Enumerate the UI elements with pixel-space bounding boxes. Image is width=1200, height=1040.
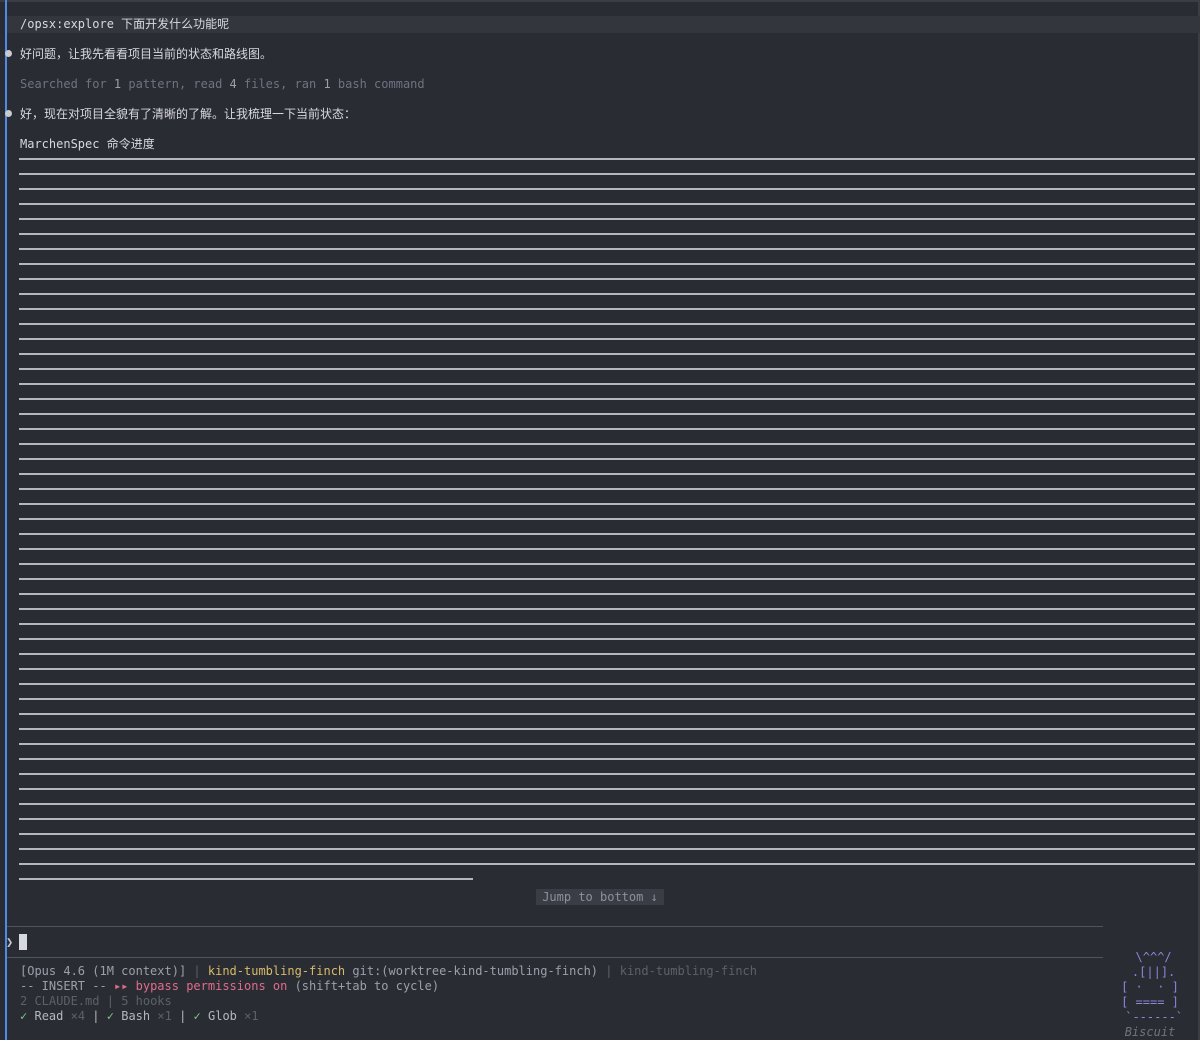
- jump-to-bottom-button[interactable]: Jump to bottom ↓: [536, 889, 664, 905]
- hooks-count: 5 hooks: [121, 994, 172, 1008]
- table-border-line: [19, 653, 1195, 655]
- table-border-line: [19, 863, 1195, 865]
- model-label: [Opus 4.6 (1M context)]: [20, 964, 187, 978]
- table-border-line: [19, 578, 1195, 580]
- statusline-mode-row: -- INSERT -- ▸▸ bypass permissions on (s…: [20, 979, 439, 994]
- bypass-permissions: bypass permissions on: [135, 979, 288, 993]
- table-border-line: [19, 233, 1195, 235]
- table-border-line: [19, 818, 1195, 820]
- table-border-line: [19, 758, 1195, 760]
- table-border-line: [19, 773, 1195, 775]
- table-border-line: [19, 278, 1195, 280]
- check-icon: ✓: [193, 1009, 201, 1023]
- table-border-line: [19, 353, 1195, 355]
- worktree-name: kind-tumbling-finch: [207, 964, 346, 978]
- tool-summary[interactable]: Searched for 1 pattern, read 4 files, ra…: [20, 77, 425, 92]
- table-border-line: [19, 668, 1195, 670]
- table-border-line: [19, 878, 473, 880]
- table-border-line: [19, 503, 1195, 505]
- assistant-reply-2: 好，现在对项目全貌有了清晰的了解。让我梳理一下当前状态：: [20, 107, 357, 121]
- text-input-cursor[interactable]: [19, 934, 27, 950]
- window-top-border: [0, 0, 1200, 2]
- table-border-line: [19, 698, 1195, 700]
- assistant-bullet-icon: [5, 110, 12, 117]
- table-border-line: [19, 443, 1195, 445]
- session-name: kind-tumbling-finch: [619, 964, 758, 978]
- table-border-lines: [19, 158, 1195, 893]
- table-border-line: [19, 533, 1195, 535]
- table-border-line: [19, 428, 1195, 430]
- table-border-line: [19, 188, 1195, 190]
- table-border-line: [19, 488, 1195, 490]
- table-border-line: [19, 338, 1195, 340]
- buddy-name: Biscuit: [1124, 1025, 1176, 1039]
- table-border-line: [19, 593, 1195, 595]
- focus-indicator-bar: [5, 0, 7, 1040]
- table-border-line: [19, 383, 1195, 385]
- check-icon: ✓: [20, 1009, 28, 1023]
- table-border-line: [19, 173, 1195, 175]
- assistant-reply-1: 好问题，让我先看看项目当前的状态和路线图。: [20, 47, 273, 61]
- table-border-line: [19, 413, 1195, 415]
- table-border-line: [19, 548, 1195, 550]
- table-border-line: [19, 728, 1195, 730]
- buddy-ascii-art: \^^^/ .[||]. [ · · ] [ ==== ] `------`: [1121, 950, 1184, 1024]
- check-icon: ✓: [106, 1009, 114, 1023]
- table-border-line: [19, 563, 1195, 565]
- vim-mode: -- INSERT --: [20, 979, 107, 993]
- table-border-line: [19, 638, 1195, 640]
- table-border-line: [19, 158, 1195, 160]
- table-border-line: [19, 203, 1195, 205]
- table-border-line: [19, 683, 1195, 685]
- statusline-context-row: 2 CLAUDE.md | 5 hooks: [20, 994, 172, 1008]
- table-border-line: [19, 323, 1195, 325]
- table-border-line: [19, 458, 1195, 460]
- table-border-line: [19, 848, 1195, 850]
- table-border-line: [19, 623, 1195, 625]
- input-caret-icon: ❯: [6, 935, 14, 949]
- table-border-line: [19, 308, 1195, 310]
- table-border-line: [19, 713, 1195, 715]
- claude-md-count: 2 CLAUDE.md: [20, 994, 100, 1008]
- bypass-icon: ▸▸: [113, 979, 129, 993]
- assistant-bullet-icon: [5, 50, 12, 57]
- table-border-line: [19, 293, 1195, 295]
- table-border-line: [19, 248, 1195, 250]
- table-border-line: [19, 608, 1195, 610]
- statusline-tools-row: ✓ Read ×4 | ✓ Bash ×1 | ✓ Glob ×1: [20, 1009, 259, 1023]
- table-border-line: [19, 473, 1195, 475]
- table-border-line: [19, 218, 1195, 220]
- table-border-line: [19, 743, 1195, 745]
- table-border-line: [19, 368, 1195, 370]
- table-border-line: [19, 398, 1195, 400]
- section-title: MarchenSpec 命令进度: [20, 137, 155, 151]
- table-border-line: [19, 788, 1195, 790]
- user-prompt: /opsx:explore 下面开发什么功能呢: [20, 17, 230, 31]
- input-bottom-divider: [7, 957, 1103, 958]
- table-border-line: [19, 263, 1195, 265]
- table-border-line: [19, 803, 1195, 805]
- table-border-line: [19, 518, 1195, 520]
- input-top-divider: [7, 926, 1103, 927]
- table-border-line: [19, 833, 1195, 835]
- bypass-hint: (shift+tab to cycle): [294, 979, 440, 993]
- statusline-model-row: [Opus 4.6 (1M context)] | kind-tumbling-…: [20, 964, 758, 978]
- git-branch: git:(worktree-kind-tumbling-finch): [352, 964, 599, 978]
